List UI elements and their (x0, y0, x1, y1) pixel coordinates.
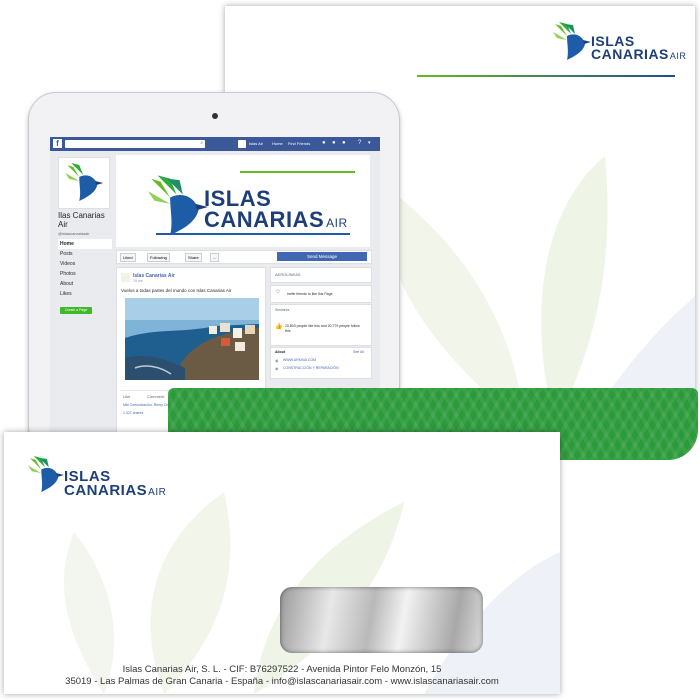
send-message-button[interactable]: Send Message (277, 252, 367, 261)
community-panel: Similares 👍 20,803 people like this and … (270, 304, 372, 346)
about-panel: About See All ◉ WWW.URKINA.COM ◉ CONSTRU… (270, 347, 372, 379)
hummingbird-logo-icon (28, 456, 64, 493)
cover-brand-name: ISLAS CANARIAS AIR (204, 186, 348, 232)
page-likes-count: 20,803 people like this and 20,779 peopl… (285, 324, 360, 333)
nav-find-friends[interactable]: Find Friends (288, 141, 310, 146)
profile-picture[interactable] (58, 157, 110, 209)
envelope-brand-name: ISLAS CANARIASAIR (64, 468, 167, 500)
create-page-button[interactable]: Create a Page (60, 307, 92, 314)
tablet-camera (212, 113, 218, 119)
page-sidebar-nav: Home Posts Videos Photos About Likes (58, 239, 112, 299)
facebook-top-bar: f ⌕ Islas Air Home Find Friends ● ● ● ? … (50, 137, 380, 151)
post-author-avatar[interactable] (121, 273, 130, 282)
post-comment-button[interactable]: Comment (147, 394, 164, 399)
share-button[interactable]: Share (185, 253, 202, 262)
page-title: Ilas Canarias Air (58, 211, 105, 229)
friend-requests-icon[interactable]: ● (322, 140, 326, 146)
post-time[interactable]: 19 hrs (133, 279, 143, 283)
globe-icon: ◉ (275, 358, 279, 363)
help-icon[interactable]: ? (358, 140, 361, 146)
facebook-search-input[interactable]: ⌕ (65, 140, 205, 148)
envelope-address-line-2: 35019 - Las Palmas de Gran Canaria - Esp… (65, 676, 499, 687)
sidebar-item-likes[interactable]: Likes (58, 289, 112, 299)
about-heading: About (275, 350, 286, 354)
sidebar-item-about[interactable]: About (58, 279, 112, 289)
letterhead-divider (417, 75, 675, 77)
cover-photo[interactable]: ISLAS CANARIAS AIR (116, 155, 370, 247)
sidebar-item-videos[interactable]: Videos (58, 259, 112, 269)
see-all-link[interactable]: See All (353, 350, 364, 354)
hummingbird-logo-icon (553, 22, 591, 60)
invite-friends-panel[interactable]: ☺ Invite friends to like this Page (270, 285, 372, 303)
post-reactions[interactable]: Mkt Comunicación, Remy Cre (123, 403, 169, 407)
messages-icon[interactable]: ● (332, 140, 336, 146)
post-text: Vuelos a todas partes del mundo con Isla… (121, 288, 232, 293)
hummingbird-logo-icon (148, 175, 208, 236)
website-link[interactable]: WWW.URKINA.COM (283, 358, 316, 362)
service-category-link[interactable]: CONSTRUCCIÓN Y REPARACIÓN (283, 366, 339, 370)
add-friend-icon: ☺ (275, 289, 282, 295)
page-category: AEROLÍNEAS (275, 272, 301, 277)
page-category-panel: AEROLÍNEAS (270, 267, 372, 283)
following-button[interactable]: Following (147, 253, 170, 262)
envelope-address-window (280, 587, 483, 653)
letterhead-brand-name: ISLAS CANARIASAIR (591, 33, 687, 63)
tag-icon: ◉ (275, 366, 279, 371)
search-icon[interactable]: ⌕ (200, 140, 203, 146)
hummingbird-logo-icon (65, 163, 104, 201)
settings-dropdown-icon[interactable]: ▾ (368, 140, 371, 146)
sidebar-item-photos[interactable]: Photos (58, 269, 112, 279)
thumbs-up-icon: 👍 (275, 324, 283, 330)
envelope-front: ISLAS CANARIASAIR Islas Canarias Air, S.… (4, 432, 560, 694)
notifications-icon[interactable]: ● (342, 140, 346, 146)
envelope-address-line-1: Islas Canarias Air, S. L. - CIF: B762975… (122, 664, 442, 675)
sidebar-item-posts[interactable]: Posts (58, 249, 112, 259)
page-action-bar: Liked Following Share ... Send Message (116, 250, 372, 264)
post-shares[interactable]: 1,327 shares (123, 411, 143, 415)
post-like-button[interactable]: Like (123, 394, 130, 399)
facebook-logo-icon[interactable]: f (53, 139, 62, 148)
liked-button[interactable]: Liked (120, 253, 136, 262)
page-handle: @islascanariasair (58, 231, 90, 236)
invite-friends-link[interactable]: Invite friends to like this Page (287, 292, 333, 296)
nav-page-name[interactable]: Islas Air (249, 141, 263, 146)
cover-top-rule (240, 171, 355, 173)
post-photo-coastal-town[interactable] (125, 298, 259, 380)
community-heading: Similares (275, 308, 290, 312)
nav-home[interactable]: Home (272, 141, 283, 146)
profile-avatar-icon[interactable] (238, 140, 246, 148)
cover-bottom-rule (156, 233, 350, 235)
sidebar-item-home[interactable]: Home (58, 239, 112, 249)
more-options-button[interactable]: ... (210, 253, 220, 262)
